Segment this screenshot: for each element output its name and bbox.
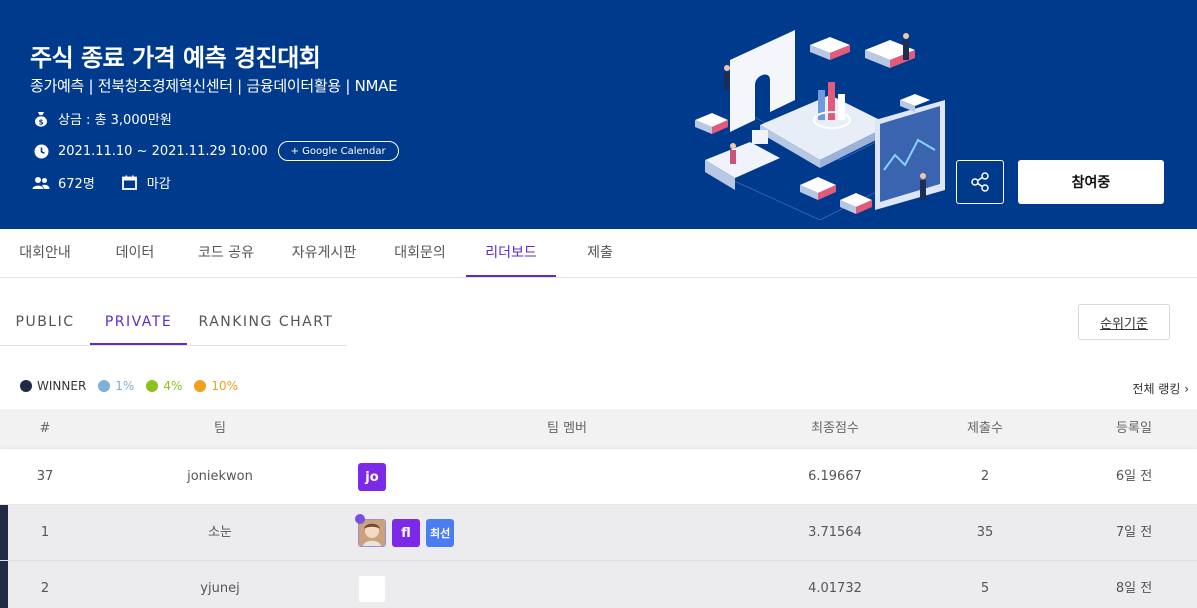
team-name-cell[interactable]: joniekwon: [120, 449, 320, 505]
competition-title: 주식 종료 가격 예측 경진대회: [30, 44, 321, 72]
participants-info: 672명 마감: [32, 173, 171, 192]
share-icon: [971, 172, 989, 192]
legend-top-4: 4%: [146, 379, 182, 393]
my-team-row[interactable]: 37 joniekwon jo 6.19667 2 6일 전: [0, 449, 1197, 505]
participants-count: 672명: [58, 177, 95, 192]
competition-status: 마감: [146, 177, 171, 192]
rank-cell: 37: [36, 469, 54, 484]
period-text: 2021.11.10 ~ 2021.11.29 10:00: [58, 143, 268, 159]
leaderboard-header: # 팀 팀 멤버 최종점수 제출수 등록일: [0, 409, 1197, 449]
tab-public[interactable]: PUBLIC: [0, 300, 90, 345]
tab-leaderboard[interactable]: 리더보드: [466, 229, 556, 277]
competition-subtitle: 종가예측 | 전북창조경제혁신센터 | 금융데이터활용 | NMAE: [30, 77, 398, 95]
submissions-cell: 35: [976, 525, 994, 540]
leaderboard-sub-tabs: PUBLIC PRIVATE RANKING CHART: [0, 300, 347, 346]
clock-icon: [32, 142, 50, 160]
table-row[interactable]: 1 소눈 fl 최선 3.71564 35 7일 전: [0, 505, 1197, 561]
avatar[interactable]: [355, 514, 386, 547]
competition-banner: 주식 종료 가격 예측 경진대회 종가예측 | 전북창조경제혁신센터 | 금융데…: [0, 0, 1197, 229]
rank-criteria-button[interactable]: 순위기준: [1078, 304, 1170, 340]
header-members: 팀 멤버: [546, 421, 587, 436]
join-button[interactable]: 참여중: [1018, 160, 1164, 204]
members-cell: [358, 561, 392, 608]
money-bag-icon: $: [32, 110, 50, 128]
top-4-dot-icon: [146, 380, 159, 392]
date-cell: 6일 전: [1115, 469, 1153, 484]
full-ranking-link[interactable]: 전체 랭킹 ›: [1132, 380, 1189, 397]
header-date: 등록일: [1116, 421, 1152, 436]
tab-submit[interactable]: 제출: [562, 229, 638, 277]
team-name-cell[interactable]: yjunej: [120, 561, 320, 608]
member-badge[interactable]: jo: [358, 463, 386, 491]
leader-crown-icon: [355, 514, 365, 524]
date-cell: 8일 전: [1115, 581, 1153, 596]
winner-dot-icon: [20, 380, 32, 392]
google-calendar-button[interactable]: + Google Calendar: [277, 141, 399, 161]
tab-code-share[interactable]: 코드 공유: [182, 229, 270, 277]
svg-text:$: $: [39, 118, 44, 126]
top-1-dot-icon: [98, 380, 111, 392]
legend-top-1: 1%: [98, 379, 134, 393]
header-team: 팀: [214, 421, 226, 436]
score-cell: 6.19667: [808, 469, 862, 484]
table-row[interactable]: 2 yjunej 4.01732 5 8일 전: [0, 561, 1197, 608]
tab-free-board[interactable]: 자유게시판: [278, 229, 370, 277]
member-badge[interactable]: fl: [392, 519, 420, 547]
legend-winner: WINNER: [20, 379, 86, 393]
team-name-cell[interactable]: 소눈: [120, 505, 320, 561]
rank-legend: WINNER 1% 4% 10%: [20, 379, 250, 393]
data-analysis-illustration-icon: [695, 30, 945, 220]
tab-private[interactable]: PRIVATE: [90, 300, 187, 345]
member-badge[interactable]: 최선: [426, 519, 455, 547]
users-icon: [32, 174, 50, 192]
competition-nav-tabs: 대회안내 데이터 코드 공유 자유게시판 대회문의 리더보드 제출: [0, 229, 1197, 278]
members-cell: jo: [358, 449, 392, 505]
header-rank: #: [39, 421, 51, 436]
top-10-dot-icon: [194, 380, 207, 392]
rank-cell: 1: [40, 525, 50, 540]
rank-cell: 2: [40, 581, 50, 596]
score-cell: 3.71564: [808, 525, 862, 540]
share-button[interactable]: [956, 160, 1004, 204]
date-cell: 7일 전: [1115, 525, 1153, 540]
submissions-cell: 2: [980, 469, 990, 484]
header-score: 최종점수: [811, 421, 859, 436]
members-cell: fl 최선: [355, 505, 460, 561]
legend-top-10: 10%: [194, 379, 238, 393]
member-photo-icon: [359, 520, 385, 546]
tab-overview[interactable]: 대회안내: [0, 229, 90, 277]
prize-info: $ 상금 : 총 3,000만원: [32, 109, 172, 128]
prize-text: 상금 : 총 3,000만원: [58, 113, 172, 128]
member-badge[interactable]: [358, 575, 386, 603]
tab-data[interactable]: 데이터: [90, 229, 180, 277]
tab-inquiry[interactable]: 대회문의: [378, 229, 462, 277]
score-cell: 4.01732: [808, 581, 862, 596]
calendar-icon: [121, 174, 139, 192]
tab-ranking-chart[interactable]: RANKING CHART: [190, 300, 342, 345]
period-info: 2021.11.10 ~ 2021.11.29 10:00 + Google C…: [32, 141, 399, 161]
header-submissions: 제출수: [967, 421, 1003, 436]
submissions-cell: 5: [980, 581, 990, 596]
